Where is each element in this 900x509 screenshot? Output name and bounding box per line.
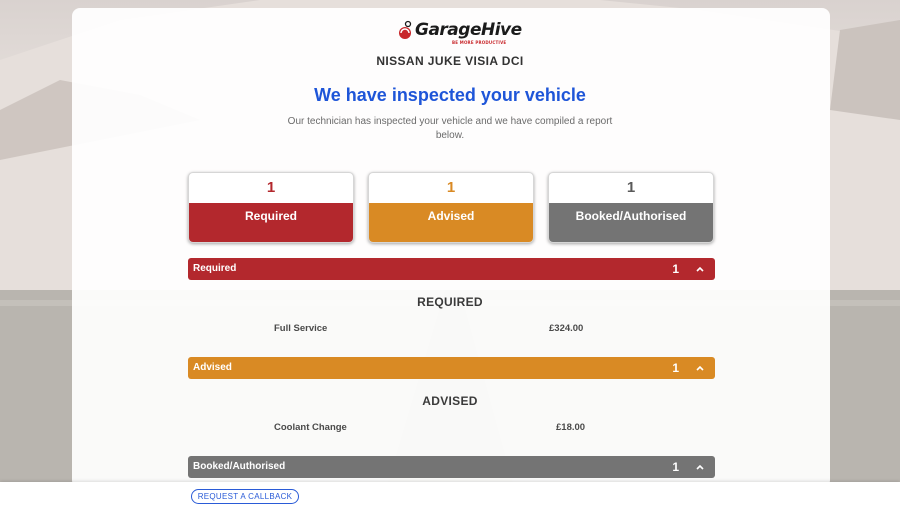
vehicle-name: NISSAN JUKE VISIA DCI (376, 54, 524, 68)
section-title-required: REQUIRED (417, 295, 483, 309)
footer-bar (0, 482, 900, 509)
request-callback-button[interactable]: REQUEST A CALLBACK (191, 489, 299, 504)
item-name: Full Service (274, 323, 328, 334)
summary-label: Booked/Authorised (549, 203, 713, 242)
item-price: £324.00 (549, 323, 584, 334)
section-count: 1 (672, 460, 679, 474)
page-title: We have inspected your vehicle (314, 85, 586, 105)
section-header-booked[interactable]: Booked/Authorised 1 (188, 456, 715, 478)
summary-tile-required[interactable]: 1 Required (188, 172, 354, 243)
brand-name: GarageHive (415, 20, 522, 40)
section-label: Booked/Authorised (193, 461, 286, 472)
section-count: 1 (672, 361, 679, 375)
section-label: Advised (193, 362, 232, 373)
brand-tagline: BE MORE PRODUCTIVE (452, 40, 507, 45)
page-subtitle: Our technician has inspected your vehicl… (287, 116, 613, 141)
summary-count: 1 (626, 179, 636, 196)
summary-label: Required (189, 203, 353, 242)
summary-count: 1 (446, 179, 456, 196)
item-name: Coolant Change (274, 422, 347, 433)
section-header-advised[interactable]: Advised 1 (188, 357, 715, 379)
section-count: 1 (672, 262, 679, 276)
report-card (72, 8, 830, 488)
item-price: £18.00 (556, 422, 586, 433)
chevron-up-icon[interactable] (695, 264, 705, 274)
summary-count: 1 (266, 179, 276, 196)
section-title-advised: ADVISED (422, 394, 478, 408)
summary-tile-advised[interactable]: 1 Advised (368, 172, 534, 243)
chevron-up-icon[interactable] (695, 462, 705, 472)
section-label: Required (193, 263, 237, 274)
section-header-required[interactable]: Required 1 (188, 258, 715, 280)
summary-label: Advised (369, 203, 533, 242)
summary-tile-booked[interactable]: 1 Booked/Authorised (548, 172, 714, 243)
chevron-up-icon[interactable] (695, 363, 705, 373)
